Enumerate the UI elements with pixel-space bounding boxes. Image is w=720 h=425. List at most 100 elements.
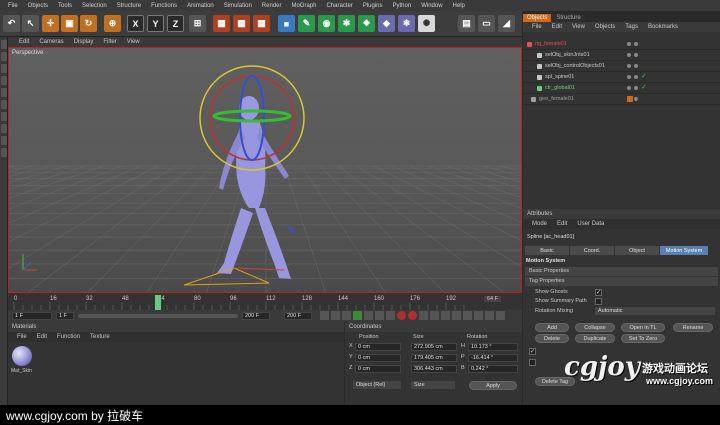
render-dot-icon[interactable]: [634, 97, 638, 101]
om-menu-bookmarks[interactable]: Bookmarks: [643, 24, 683, 30]
object-row[interactable]: selObj_controlObjects01: [523, 61, 720, 72]
pointer-icon[interactable]: ↖: [22, 15, 39, 32]
size-mode-select[interactable]: Size: [411, 381, 455, 389]
spline-icon[interactable]: ✎: [298, 15, 315, 32]
menu-plugins[interactable]: Plugins: [358, 3, 388, 9]
object-row[interactable]: spl_spine01 ✓: [523, 72, 720, 83]
z-axis-button[interactable]: Z: [167, 15, 184, 32]
menu-mograph[interactable]: MoGraph: [286, 3, 321, 9]
sculpt-icon[interactable]: [1, 148, 7, 157]
tab-object[interactable]: Object: [615, 246, 659, 255]
layer-checkbox[interactable]: ✓: [529, 348, 536, 355]
point-level-icon[interactable]: [474, 311, 483, 320]
viewport-menu-display[interactable]: Display: [69, 39, 99, 45]
layer-checkbox-2[interactable]: [529, 359, 536, 366]
rename-button[interactable]: Rename: [673, 323, 713, 332]
end-frame-field[interactable]: 200 F: [284, 312, 312, 320]
render-dot-icon[interactable]: [634, 75, 638, 79]
max-frame-field[interactable]: 200 F: [242, 312, 270, 320]
tab-basic[interactable]: Basic: [525, 246, 569, 255]
render-dot-icon[interactable]: [634, 53, 638, 57]
edges-mode-icon[interactable]: [1, 52, 7, 61]
menu-python[interactable]: Python: [388, 3, 417, 9]
prev-key-icon[interactable]: [331, 311, 340, 320]
tab-structure[interactable]: Structure: [552, 14, 585, 22]
om-menu-edit[interactable]: Edit: [547, 24, 567, 30]
workplane-icon[interactable]: [1, 136, 7, 145]
render-settings-icon[interactable]: ▦: [253, 15, 270, 32]
object-row[interactable]: selObj_skinJnts01: [523, 50, 720, 61]
scale-key-icon[interactable]: [441, 311, 450, 320]
tab-objects[interactable]: Objects: [523, 14, 552, 22]
axis-mode-icon[interactable]: [1, 100, 7, 109]
rotation-mixing-select[interactable]: Automatic: [595, 307, 715, 315]
autokey-icon[interactable]: [408, 311, 417, 320]
show-ghosts-checkbox[interactable]: ✓: [595, 289, 602, 296]
frame-range-slider[interactable]: [78, 314, 238, 318]
duplicate-button[interactable]: Duplicate: [575, 334, 615, 343]
menu-window[interactable]: Window: [416, 3, 447, 9]
size-field[interactable]: 306.443 cm: [411, 365, 457, 373]
viewport-menu-cameras[interactable]: Cameras: [34, 39, 68, 45]
tweak-mode-icon[interactable]: [1, 112, 7, 121]
undo-icon[interactable]: ↶: [3, 15, 20, 32]
polygons-mode-icon[interactable]: [1, 64, 7, 73]
render-picture-icon[interactable]: ▦: [233, 15, 250, 32]
x-axis-button[interactable]: X: [127, 15, 144, 32]
attr-menu-mode[interactable]: Mode: [527, 221, 552, 227]
menu-character[interactable]: Character: [321, 3, 357, 9]
points-mode-icon[interactable]: [1, 40, 7, 49]
keyframe-selection-icon[interactable]: [419, 311, 428, 320]
attr-menu-edit[interactable]: Edit: [552, 221, 572, 227]
rotation-field[interactable]: 0.242 °: [468, 365, 518, 373]
mode-icon[interactable]: ◢: [498, 15, 515, 32]
render-view-icon[interactable]: ▦: [213, 15, 230, 32]
move-icon[interactable]: ✛: [42, 15, 59, 32]
om-menu-objects[interactable]: Objects: [590, 24, 620, 30]
object-row[interactable]: geo_female01: [523, 94, 720, 105]
go-end-icon[interactable]: [386, 311, 395, 320]
python-icon[interactable]: ▭: [478, 15, 495, 32]
menu-help[interactable]: Help: [448, 3, 470, 9]
object-row[interactable]: rig_female01: [523, 39, 720, 50]
position-field[interactable]: 0 cm: [355, 343, 401, 351]
size-field[interactable]: 179.405 cm: [411, 354, 457, 362]
param-key-icon[interactable]: [463, 311, 472, 320]
size-field[interactable]: 272.905 cm: [411, 343, 457, 351]
position-key-icon[interactable]: [430, 311, 439, 320]
menu-simulation[interactable]: Simulation: [219, 3, 257, 9]
menu-file[interactable]: File: [3, 3, 23, 9]
tab-motion-system[interactable]: Motion System: [660, 246, 708, 255]
viewport-menu-filter[interactable]: Filter: [98, 39, 121, 45]
start-frame-field[interactable]: 1 F: [12, 312, 52, 320]
visibility-dot-icon[interactable]: [627, 75, 631, 79]
coordinate-mode-select[interactable]: Object (Rel): [353, 381, 401, 389]
model-mode-icon[interactable]: ⊕: [104, 15, 121, 32]
materials-menu-edit[interactable]: Edit: [32, 334, 52, 340]
material-swatch[interactable]: [12, 346, 32, 366]
position-field[interactable]: 0 cm: [355, 365, 401, 373]
menu-structure[interactable]: Structure: [112, 3, 146, 9]
materials-menu-file[interactable]: File: [12, 334, 32, 340]
visibility-dot-icon[interactable]: [627, 53, 631, 57]
prev-frame-icon[interactable]: [342, 311, 351, 320]
group-tag-properties[interactable]: Tag Properties: [525, 277, 718, 286]
uv-mode-icon[interactable]: [1, 76, 7, 85]
om-menu-file[interactable]: File: [527, 24, 547, 30]
camera-icon[interactable]: ❄: [398, 15, 415, 32]
next-key-icon[interactable]: [375, 311, 384, 320]
next-frame-icon[interactable]: [364, 311, 373, 320]
menu-selection[interactable]: Selection: [77, 3, 112, 9]
menu-render[interactable]: Render: [257, 3, 287, 9]
show-summary-checkbox[interactable]: [595, 298, 602, 305]
open-in-tl-button[interactable]: Open in TL: [621, 323, 665, 332]
position-field[interactable]: 0 cm: [355, 354, 401, 362]
deformer-icon[interactable]: ❖: [358, 15, 375, 32]
go-start-icon[interactable]: [320, 311, 329, 320]
menu-functions[interactable]: Functions: [146, 3, 182, 9]
apply-button[interactable]: Apply: [469, 381, 517, 390]
visibility-dot-icon[interactable]: [627, 64, 631, 68]
light-icon[interactable]: ✺: [418, 15, 435, 32]
viewport-menu-view[interactable]: View: [122, 39, 145, 45]
viewport-perspective[interactable]: Perspective: [8, 47, 522, 293]
